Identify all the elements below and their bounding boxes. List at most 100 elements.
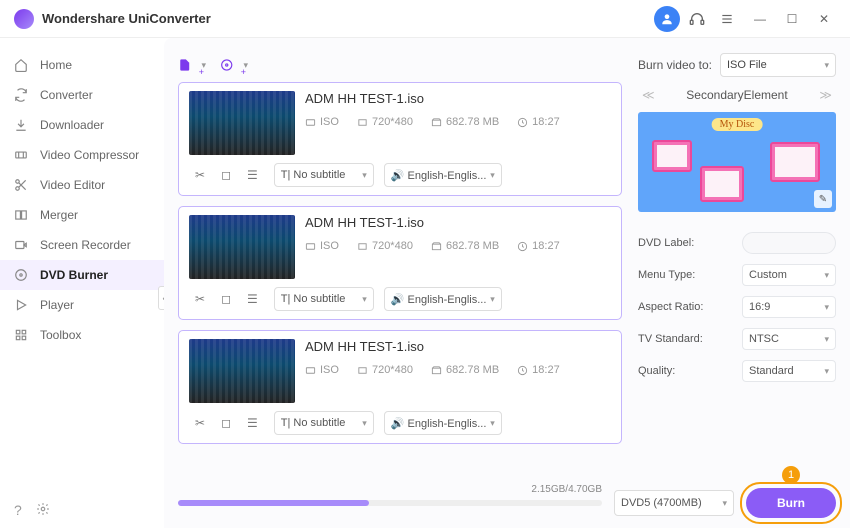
crop-icon[interactable]: ◻	[221, 292, 231, 306]
add-file-button[interactable]: +▾	[178, 51, 206, 79]
menu-type-select[interactable]: Custom▾	[742, 264, 836, 286]
file-item[interactable]: ADM HH TEST-1.isoISO720*480682.78 MB18:2…	[178, 82, 622, 196]
video-thumbnail[interactable]	[189, 339, 295, 403]
more-options-icon[interactable]: ☰	[247, 292, 258, 306]
sidebar-item-home[interactable]: Home	[0, 50, 164, 80]
audio-track-select[interactable]: 🔊 English-Englis...▾	[384, 411, 502, 435]
theme-preview[interactable]: My Disc ✎	[638, 112, 836, 212]
scissors-icon	[14, 178, 30, 192]
sidebar-item-label: Video Compressor	[40, 148, 139, 162]
settings-gear-icon[interactable]	[36, 502, 50, 518]
resolution-text: 720*480	[357, 364, 413, 376]
trim-icon[interactable]: ✂	[195, 168, 205, 182]
sidebar-item-label: Toolbox	[40, 328, 81, 342]
file-list: ADM HH TEST-1.iso ISO 720*480 682.78 MB 18:2…	[178, 82, 624, 468]
quality-select[interactable]: Standard▾	[742, 360, 836, 382]
sidebar-item-screen-recorder[interactable]: Screen Recorder	[0, 230, 164, 260]
file-title: ADM HH TEST-1.iso	[305, 91, 611, 106]
format-badge: ISO	[305, 116, 339, 128]
sidebar-item-video-compressor[interactable]: Video Compressor	[0, 140, 164, 170]
tv-standard-label: TV Standard:	[638, 333, 710, 345]
sidebar-item-player[interactable]: Player	[0, 290, 164, 320]
theme-name: SecondaryElement	[686, 88, 787, 102]
compress-icon	[14, 148, 30, 162]
tv-standard-select[interactable]: NTSC▾	[742, 328, 836, 350]
dvd-settings-panel: ≪ SecondaryElement ≫ My Disc ✎ DVD Label…	[638, 82, 836, 468]
subtitle-select[interactable]: T| No subtitle▾	[274, 287, 374, 311]
callout-badge: 1	[782, 466, 800, 484]
sidebar-item-label: Video Editor	[40, 178, 105, 192]
more-options-icon[interactable]: ☰	[247, 416, 258, 430]
user-account-icon[interactable]	[654, 6, 680, 32]
burn-to-select[interactable]: ISO File▾	[720, 53, 836, 77]
content-area: +▾ +▾ Burn video to: ISO File▾ ADM HH TE…	[164, 38, 850, 528]
duration-text: 18:27	[517, 364, 560, 376]
sidebar-item-dvd-burner[interactable]: DVD Burner	[0, 260, 164, 290]
file-title: ADM HH TEST-1.iso	[305, 215, 611, 230]
sync-icon	[14, 88, 30, 102]
theme-next-arrow[interactable]: ≫	[815, 88, 836, 102]
trim-icon[interactable]: ✂	[195, 292, 205, 306]
audio-track-select[interactable]: 🔊 English-Englis...▾	[384, 163, 502, 187]
subtitle-select[interactable]: T| No subtitle▾	[274, 163, 374, 187]
sidebar-item-toolbox[interactable]: Toolbox	[0, 320, 164, 350]
disc-space-text: 2.15GB/4.70GB	[531, 484, 602, 495]
load-disc-button[interactable]: +▾	[220, 51, 248, 79]
file-title: ADM HH TEST-1.iso	[305, 339, 611, 354]
audio-track-select[interactable]: 🔊 English-Englis...▾	[384, 287, 502, 311]
sidebar-item-converter[interactable]: Converter	[0, 80, 164, 110]
menu-icon[interactable]	[714, 6, 740, 32]
record-icon	[14, 238, 30, 252]
maximize-button[interactable]: ☐	[780, 12, 804, 26]
close-button[interactable]: ✕	[812, 12, 836, 26]
file-item[interactable]: ADM HH TEST-1.iso ISO 720*480 682.78 MB 18:2…	[178, 206, 622, 320]
app-logo	[14, 9, 34, 29]
sidebar-item-video-editor[interactable]: Video Editor	[0, 170, 164, 200]
minimize-button[interactable]: —	[748, 12, 772, 26]
format-badge: ISO	[305, 364, 339, 376]
download-icon	[14, 118, 30, 132]
sidebar-item-label: Merger	[40, 208, 78, 222]
home-icon	[14, 58, 30, 72]
burn-to-label: Burn video to:	[638, 58, 712, 72]
aspect-ratio-select[interactable]: 16:9▾	[742, 296, 836, 318]
sidebar-item-downloader[interactable]: Downloader	[0, 110, 164, 140]
resolution-text: 720*480	[357, 116, 413, 128]
duration-text: 18:27	[517, 116, 560, 128]
file-item[interactable]: ADM HH TEST-1.isoISO720*480682.78 MB18:2…	[178, 330, 622, 444]
filesize-text: 682.78 MB	[431, 240, 499, 252]
duration-text: 18:27	[517, 240, 560, 252]
disc-space-progress: 2.15GB/4.70GB	[178, 500, 602, 506]
disc-type-select[interactable]: DVD5 (4700MB)▾	[614, 490, 734, 516]
menu-type-label: Menu Type:	[638, 269, 710, 281]
sidebar-item-label: Player	[40, 298, 74, 312]
resolution-text: 720*480	[357, 240, 413, 252]
trim-icon[interactable]: ✂	[195, 416, 205, 430]
subtitle-select[interactable]: T| No subtitle▾	[274, 411, 374, 435]
quality-label: Quality:	[638, 365, 710, 377]
dvd-label-input[interactable]	[742, 232, 836, 254]
video-thumbnail[interactable]	[189, 215, 295, 279]
format-badge: ISO	[305, 240, 339, 252]
play-icon	[14, 298, 30, 312]
crop-icon[interactable]: ◻	[221, 416, 231, 430]
bottom-bar: 2.15GB/4.70GB DVD5 (4700MB)▾ 1 Burn	[178, 468, 836, 528]
theme-prev-arrow[interactable]: ≪	[638, 88, 659, 102]
more-options-icon[interactable]: ☰	[247, 168, 258, 182]
grid-icon	[14, 328, 30, 342]
help-icon[interactable]: ?	[14, 502, 22, 518]
crop-icon[interactable]: ◻	[221, 168, 231, 182]
burn-button[interactable]: Burn	[746, 488, 836, 518]
video-thumbnail[interactable]	[189, 91, 295, 155]
sidebar: HomeConverter Downloader Video Compressor V…	[0, 38, 164, 528]
aspect-ratio-label: Aspect Ratio:	[638, 301, 710, 313]
titlebar: Wondershare UniConverter — ☐ ✕	[0, 0, 850, 38]
sidebar-item-merger[interactable]: Merger	[0, 200, 164, 230]
sidebar-item-label: Downloader	[40, 118, 104, 132]
disc-title-badge: My Disc	[712, 118, 763, 131]
merge-icon	[14, 208, 30, 222]
headset-icon[interactable]	[684, 6, 710, 32]
sidebar-item-label: DVD Burner	[40, 268, 108, 282]
disc-icon	[14, 268, 30, 282]
theme-edit-icon[interactable]: ✎	[814, 190, 832, 208]
